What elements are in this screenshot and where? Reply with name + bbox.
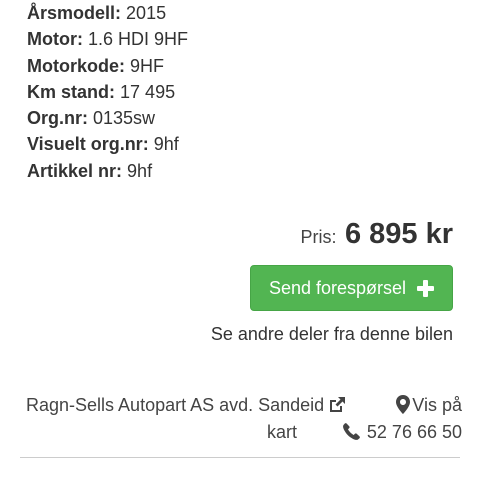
spec-row-visual-org-nr: Visuelt org.nr: 9hf [27,131,467,157]
phone-icon [342,421,360,447]
spec-row-org-nr: Org.nr: 0135sw [27,105,467,131]
spec-row-year: Årsmodell: 2015 [27,0,467,26]
seller-name: Ragn-Sells Autopart AS avd. Sandeid [26,395,325,415]
other-parts-link[interactable]: Se andre deler fra denne bilen [211,324,453,345]
price: Pris: 6 895 kr [301,218,454,251]
spec-value: 9hf [127,160,153,181]
spec-row-mileage: Km stand: 17 495 [27,79,467,105]
spec-row-engine-code: Motorkode: 9HF [27,53,467,79]
spec-row-article-nr: Artikkel nr: 9hf [27,158,467,184]
spec-key: Org.nr: [27,108,88,129]
spec-value: 17 495 [120,81,176,102]
external-link-icon [328,394,346,420]
map-marker-icon [396,395,411,421]
spec-key: Motor: [27,29,83,50]
divider [20,457,460,458]
spec-value: 9HF [130,55,165,76]
spec-row-engine: Motor: 1.6 HDI 9HF [27,26,467,52]
seller-info: Ragn-Sells Autopart AS avd. Sandeid Vis … [26,392,462,445]
spec-key: Motorkode: [27,55,125,76]
map-link[interactable]: Vis på [396,392,462,418]
spec-key: Km stand: [27,81,116,102]
seller-name-link[interactable]: Ragn-Sells Autopart AS avd. Sandeid [26,392,346,418]
price-label: Pris: [300,227,337,247]
map-label-part1: Vis på [412,395,462,415]
send-inquiry-button[interactable]: Send forespørsel [250,265,453,311]
send-inquiry-label: Send forespørsel [268,277,407,298]
spec-key: Artikkel nr: [27,160,123,181]
spec-value: 2015 [126,3,167,23]
spec-list: Årsmodell: 2015 Motor: 1.6 HDI 9HF Motor… [27,0,467,184]
plus-icon [417,279,435,297]
spec-key: Visuelt org.nr: [27,134,149,155]
phone-link[interactable]: 52 76 66 50 [342,419,462,447]
spec-value: 0135sw [93,108,156,129]
spec-value: 9hf [153,134,179,155]
spec-key: Årsmodell: [27,3,122,23]
phone-number: 52 76 66 50 [366,422,462,442]
price-value: 6 895 kr [344,218,453,250]
map-link-continued[interactable]: kart [26,419,297,445]
spec-value: 1.6 HDI 9HF [88,29,189,50]
